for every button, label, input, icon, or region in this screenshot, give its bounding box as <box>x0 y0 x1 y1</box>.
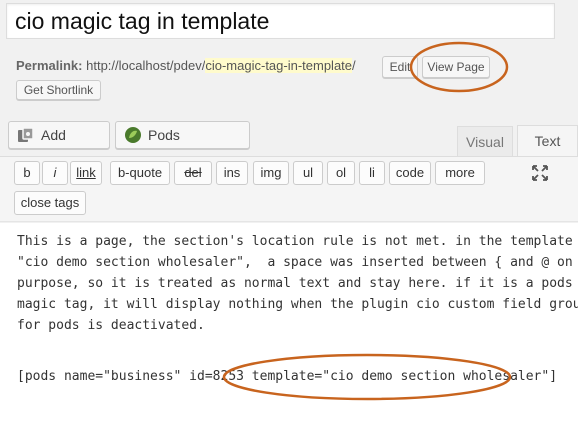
qt-img-button[interactable]: img <box>253 161 289 185</box>
qt-li-button[interactable]: li <box>359 161 385 185</box>
qt-del-button[interactable]: del <box>174 161 212 185</box>
qt-ul-button[interactable]: ul <box>293 161 323 185</box>
tab-text[interactable]: Text <box>517 125 578 157</box>
get-shortlink-button[interactable]: Get Shortlink <box>16 80 101 100</box>
pods-shortcode-button[interactable]: Pods Shortcode <box>115 121 250 169</box>
editor-line-1: This is a page, the section's location r… <box>17 234 573 249</box>
editor-line-3: purpose, so it is treated as normal text… <box>17 276 573 291</box>
qt-bold-button[interactable]: b <box>14 161 40 185</box>
view-page-button[interactable]: View Page <box>422 56 490 78</box>
edit-permalink-button[interactable]: Edit <box>382 56 418 78</box>
fullscreen-icon[interactable] <box>530 163 550 183</box>
pods-icon <box>125 127 141 144</box>
permalink-trailing: / <box>352 58 356 73</box>
editor-line-8: [pods name="business" id=8253 template="… <box>17 369 558 384</box>
qt-italic-button[interactable]: i <box>42 161 68 185</box>
qt-more-button[interactable]: more <box>435 161 485 185</box>
permalink-base-url: http://localhost/pdev/ <box>86 58 206 73</box>
permalink-label: Permalink: <box>16 58 83 73</box>
qt-close-tags-button[interactable]: close tags <box>14 191 86 215</box>
editor-line-4: magic tag, it will display nothing when … <box>17 297 578 312</box>
qt-blockquote-button[interactable]: b-quote <box>110 161 170 185</box>
qt-ins-button[interactable]: ins <box>216 161 248 185</box>
editor-line-2: "cio demo section wholesaler", a space w… <box>17 255 573 270</box>
post-title-input[interactable] <box>6 3 555 39</box>
qt-code-button[interactable]: code <box>389 161 431 185</box>
tab-visual[interactable]: Visual <box>457 126 513 156</box>
permalink-row: Permalink: http://localhost/pdev/cio-mag… <box>16 58 356 73</box>
editor-textarea[interactable]: This is a page, the section's location r… <box>0 223 578 424</box>
editor-line-5: for pods is deactivated. <box>17 318 205 333</box>
add-media-button[interactable]: Add Media <box>8 121 110 169</box>
qt-ol-button[interactable]: ol <box>327 161 355 185</box>
qt-link-button[interactable]: link <box>70 161 102 185</box>
permalink-slug[interactable]: cio-magic-tag-in-template <box>205 58 353 73</box>
media-icon <box>18 127 34 143</box>
